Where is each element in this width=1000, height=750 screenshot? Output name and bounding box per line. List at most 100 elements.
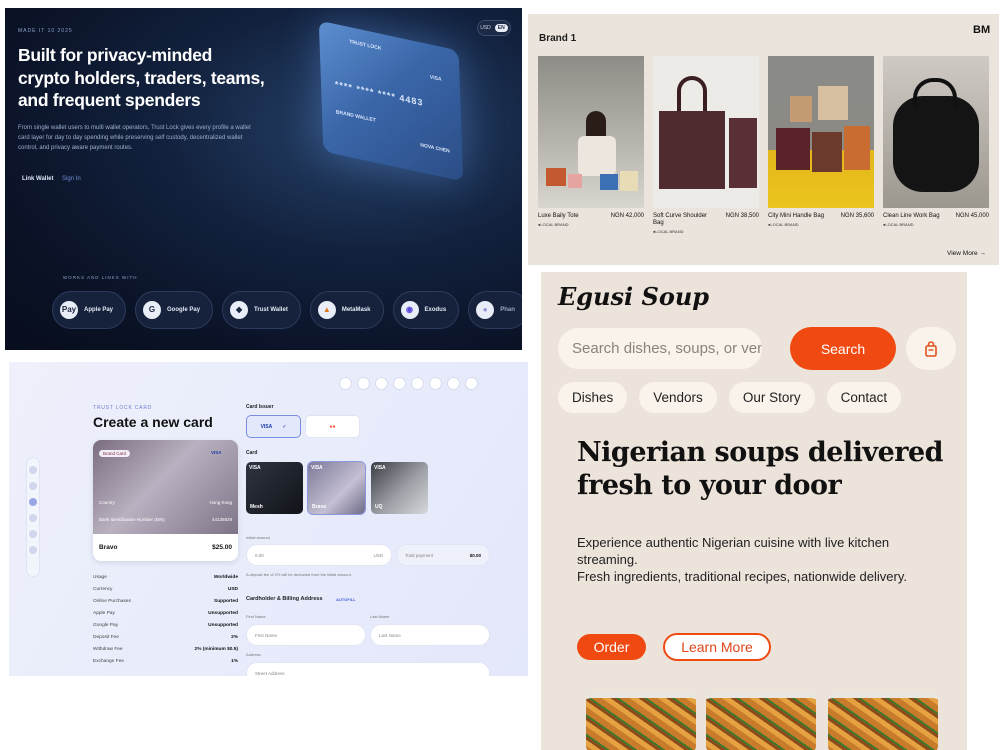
google-icon: G [143,301,162,319]
partner-chip-metamask[interactable]: ▲ MetaMask [309,291,384,329]
rail-history-icon[interactable] [29,530,37,538]
partner-chip-apple-pay[interactable]: Pay Apple Pay [52,291,127,329]
address-placeholder: Street Address [255,670,285,676]
home-icon[interactable] [357,377,370,390]
product-card[interactable]: Luxe Baily Tote NGN 42,000 LOCAL BRAND [538,56,644,234]
card-issuer-label: Card Issuer [246,404,274,410]
main-nav: Dishes Vendors Our Story Contact [558,382,902,413]
rail-home-icon[interactable] [29,466,37,474]
link-wallet-button[interactable]: Link Wallet [22,176,53,182]
view-more-link[interactable]: View More → [947,250,986,257]
back-icon[interactable] [339,377,352,390]
product-name: Luxe Baily Tote [538,213,579,219]
partner-name: Google Pay [167,307,201,313]
order-button[interactable]: Order [577,634,646,660]
product-image[interactable] [538,56,644,208]
sign-in-link[interactable]: Sign In [62,176,81,182]
card-design-label: Card [246,450,258,456]
settings-icon[interactable] [429,377,442,390]
partner-chip-exodus[interactable]: ◉ Exodus [392,291,460,329]
initial-amount-input[interactable]: 0.00 USD [246,544,392,566]
design-name: Bravo [312,504,327,510]
spec-row: Usage Worldwide [93,571,238,583]
autofill-link[interactable]: AUTOFILL [336,597,356,602]
product-tag: LOCAL BRAND [768,222,874,227]
last-name-input[interactable]: Last Name [370,624,490,646]
hero-subtext: From single wallet users to multi wallet… [18,125,251,151]
spec-value: 1% [231,658,238,664]
shopping-bag-icon [925,340,937,357]
product-card[interactable]: Clean Line Work Bag NGN 45,000 LOCAL BRAN… [883,56,989,234]
cart-button[interactable] [906,327,956,370]
design-badge: VISA [374,465,386,471]
profile-icon[interactable] [465,377,478,390]
partner-chips: Pay Apple Pay G Google Pay ◆ Trust Wallet ▲… [52,291,522,329]
address-input[interactable]: Street Address [246,662,490,676]
language-option-active[interactable]: EN [494,24,508,32]
spec-label: Online Purchases [93,598,131,604]
issuer-mastercard-option[interactable]: ●● [305,415,360,438]
spec-value: 2% (minimum $0.5) [194,646,238,652]
spec-label: Deposit Fee [93,634,119,640]
spec-value: Worldwide [213,574,238,580]
product-image[interactable] [883,56,989,208]
rail-send-icon[interactable] [29,514,37,522]
design-bravo[interactable]: VISA Bravo [307,461,366,515]
country-label: Country [99,500,115,505]
nav-item-dishes[interactable]: Dishes [558,382,628,413]
search-button[interactable]: Search [790,327,896,370]
spec-label: Exchange Fee [93,658,124,664]
site-logo[interactable]: Egusi Soup [558,282,709,311]
amount-currency: USD [373,552,383,558]
spec-value: Unsupported [208,610,238,616]
issuer-visa-option[interactable]: VISA ✓ [246,415,301,438]
card-icon[interactable] [393,377,406,390]
dish-image[interactable] [828,693,938,750]
hero-headline: Nigerian soups delivered fresh to your d… [577,437,944,501]
dish-image[interactable] [706,693,816,750]
product-name: City Mini Handle Bag [768,213,825,219]
product-name: Clean Line Work Bag [883,213,940,219]
card-brand: TRUST LOCK [349,39,382,52]
spec-label: Currency [93,586,113,592]
hero-description-line: Experience authentic Nigerian cuisine wi… [577,535,890,567]
notification-icon[interactable] [447,377,460,390]
product-tag: LOCAL BRAND [653,229,759,234]
spec-value: Unsupported [208,622,238,628]
search-input[interactable]: Search dishes, soups, or vendors [558,328,762,369]
first-name-input[interactable]: First Name [246,624,366,646]
design-uq[interactable]: VISA UQ [371,462,428,514]
wallet-icon[interactable] [375,377,388,390]
partner-chip-google-pay[interactable]: G Google Pay [135,291,214,329]
product-image[interactable] [768,56,874,208]
crypto-landing-panel: MADE IT 10 2025 USD EN Built for privacy… [5,8,522,350]
nav-item-our-story[interactable]: Our Story [728,382,815,413]
first-name-placeholder: First Name [255,632,278,638]
toolbar-icons [339,377,478,390]
product-image[interactable] [653,56,759,208]
card-preview-label: Brand Card [99,450,131,457]
nav-item-vendors[interactable]: Vendors [639,382,717,413]
transfer-icon[interactable] [411,377,424,390]
nav-item-contact[interactable]: Contact [826,382,902,413]
card-label: BRAND WALLET [335,109,376,124]
card-specs: Usage Worldwide Currency USD Online Purcha… [93,571,238,667]
rail-settings-icon[interactable] [29,546,37,554]
currency-option[interactable]: USD [480,25,491,31]
dish-image[interactable] [586,693,696,750]
partner-chip-trust-wallet[interactable]: ◆ Trust Wallet [222,291,301,329]
product-price: NGN 42,000 [610,213,644,219]
card-preview-name: Bravo [99,544,118,551]
product-price: NGN 35,600 [840,213,874,219]
language-toggle[interactable]: USD EN [477,20,511,36]
design-mesh[interactable]: VISA Mesh [246,462,303,514]
spec-row: Exchange Fee 1% [93,655,238,667]
create-card-panel: TRUST LOCK CARD Create a new card Brand … [9,362,528,676]
rail-card-icon[interactable] [29,498,37,506]
product-card[interactable]: City Mini Handle Bag NGN 35,600 LOCAL BRA… [768,56,874,234]
product-card[interactable]: Soft Curve Shoulder Bag NGN 38,500 LOCAL … [653,56,759,234]
card-holder: NOVA CHEN [420,142,450,155]
rail-wallet-icon[interactable] [29,482,37,490]
partner-chip-phantom[interactable]: ● Phan [468,291,522,329]
learn-more-button[interactable]: Learn More [663,633,771,661]
